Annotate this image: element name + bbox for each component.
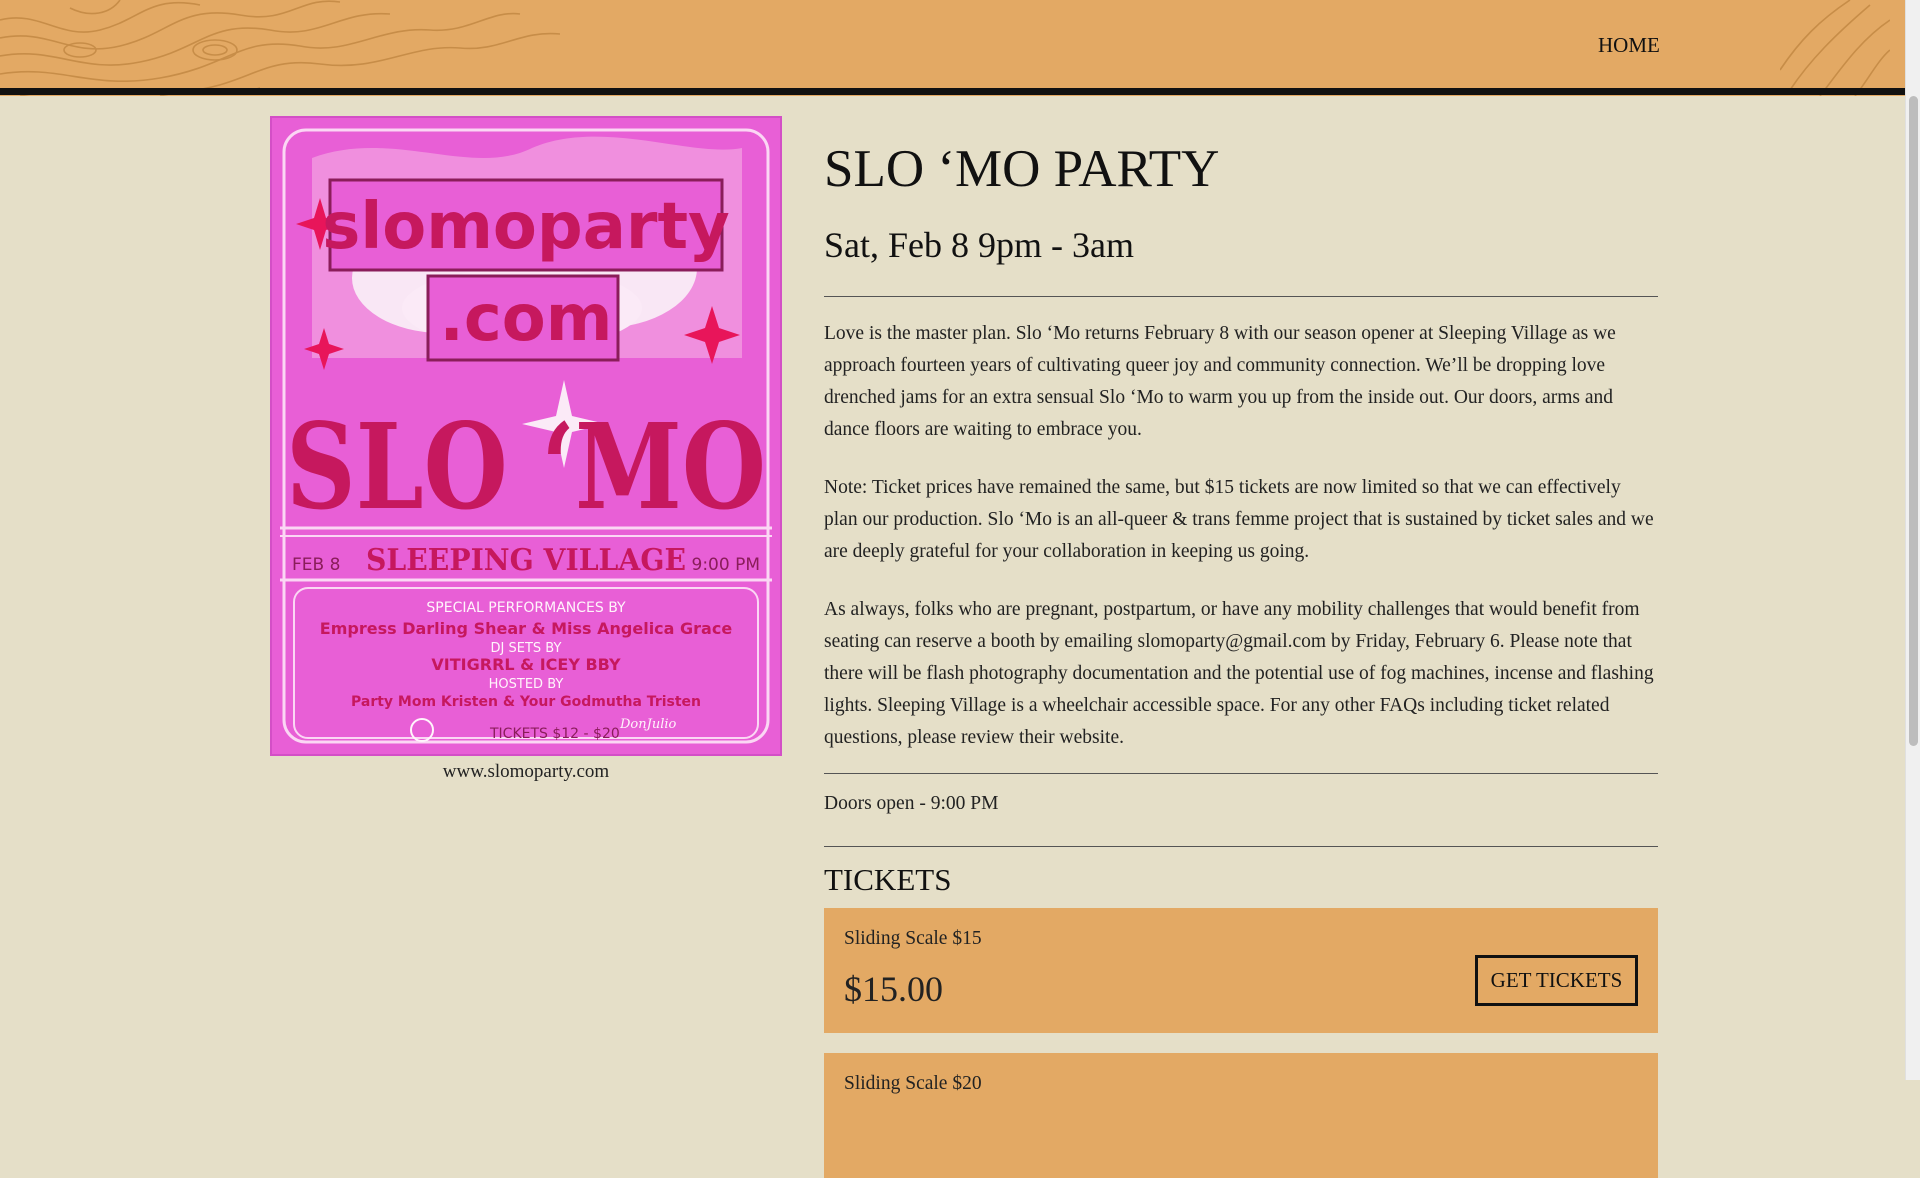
svg-text:DonJulio: DonJulio <box>619 717 677 732</box>
svg-text:Empress Darling Shear & Miss A: Empress Darling Shear & Miss Angelica Gr… <box>320 619 733 638</box>
svg-text:SPECIAL PERFORMANCES BY: SPECIAL PERFORMANCES BY <box>426 600 626 616</box>
event-description: Love is the master plan. Slo ‘Mo returns… <box>824 318 1658 780</box>
svg-text:TICKETS $12 - $20: TICKETS $12 - $20 <box>489 726 620 742</box>
ticket-price: $15.00 <box>844 969 943 1009</box>
site-header: HOME <box>0 0 1905 96</box>
svg-text:slomoparty: slomoparty <box>322 190 730 264</box>
description-paragraph: Love is the master plan. Slo ‘Mo returns… <box>824 323 1616 440</box>
scrollbar-thumb[interactable] <box>1909 96 1918 746</box>
ticket-card: Sliding Scale $20 <box>824 1053 1658 1178</box>
header-divider <box>0 88 1905 95</box>
page-scrollbar[interactable] <box>1905 0 1920 1080</box>
event-date: Sat, Feb 8 9pm - 3am <box>824 225 1134 266</box>
description-paragraph: As always, folks who are pregnant, postp… <box>824 599 1654 748</box>
divider <box>824 773 1658 774</box>
ticket-name: Sliding Scale $20 <box>844 1073 982 1094</box>
poster-artwork: slomoparty .com SLO ‘MO SLEEPING VILLAGE… <box>272 118 780 754</box>
nav-home-link[interactable]: HOME <box>1598 33 1660 58</box>
topographic-pattern-left <box>0 0 560 96</box>
svg-text:FEB 8: FEB 8 <box>292 555 340 575</box>
svg-text:9:00 PM: 9:00 PM <box>692 555 761 575</box>
event-header: SLO ‘MO PARTY Sat, Feb 8 9pm - 3am <box>824 140 1658 266</box>
divider <box>824 846 1658 847</box>
event-poster: slomoparty .com SLO ‘MO SLEEPING VILLAGE… <box>270 116 782 756</box>
poster-caption[interactable]: www.slomoparty.com <box>270 761 782 783</box>
event-title: SLO ‘MO PARTY <box>824 140 1220 198</box>
description-paragraph: Note: Ticket prices have remained the sa… <box>824 477 1654 562</box>
get-tickets-button[interactable]: GET TICKETS <box>1475 955 1638 1006</box>
svg-text:VITIGRRL & ICEY BBY: VITIGRRL & ICEY BBY <box>431 655 621 674</box>
tickets-heading: TICKETS <box>824 862 952 897</box>
topographic-pattern-right <box>1780 0 1890 96</box>
ticket-card: Sliding Scale $15 $15.00 GET TICKETS <box>824 908 1658 1033</box>
svg-text:HOSTED BY: HOSTED BY <box>489 677 564 692</box>
ticket-name: Sliding Scale $15 <box>844 928 982 949</box>
svg-text:DJ SETS BY: DJ SETS BY <box>491 641 562 656</box>
divider <box>824 296 1658 297</box>
svg-text:.com: .com <box>440 282 613 356</box>
svg-text:Party Mom Kristen & Your Godmu: Party Mom Kristen & Your Godmutha Triste… <box>351 694 701 710</box>
svg-text:SLEEPING VILLAGE: SLEEPING VILLAGE <box>366 543 686 578</box>
doors-open-time: Doors open - 9:00 PM <box>824 793 999 814</box>
svg-text:SLO ‘MO: SLO ‘MO <box>286 397 766 536</box>
